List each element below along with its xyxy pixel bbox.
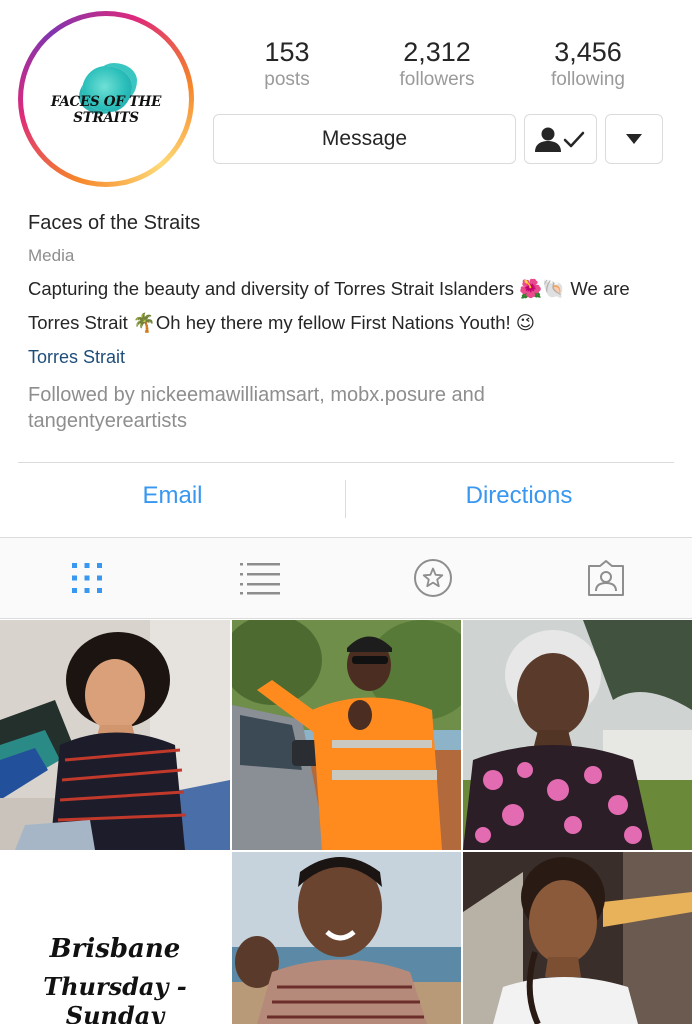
followers-count: 2,312 bbox=[403, 37, 471, 67]
email-button[interactable]: Email bbox=[0, 482, 345, 510]
post-thumbnail-5[interactable] bbox=[232, 852, 461, 1024]
post-photo-woman bbox=[0, 620, 230, 850]
following-count: 3,456 bbox=[554, 37, 622, 67]
profile-bio: Capturing the beauty and diversity of To… bbox=[28, 278, 630, 333]
post-photo-man bbox=[232, 852, 461, 1024]
post-photo-elder bbox=[463, 620, 692, 850]
post-photo-girl bbox=[463, 852, 692, 1024]
suggestions-dropdown-button[interactable] bbox=[605, 114, 663, 164]
person-check-icon bbox=[534, 127, 584, 152]
post-thumbnail-3[interactable] bbox=[463, 620, 692, 850]
followers-label: followers bbox=[399, 69, 475, 90]
tab-grid[interactable] bbox=[0, 538, 173, 618]
profile-avatar[interactable]: FACES OF THE STRAITS bbox=[18, 11, 194, 187]
grid-icon bbox=[71, 563, 102, 593]
post-thumbnail-4[interactable]: Brisbane Thursday - Sunday bbox=[0, 852, 230, 1024]
followers-stat[interactable]: 2,312 followers bbox=[362, 36, 512, 92]
avatar-logo-text: FACES OF THE STRAITS bbox=[50, 94, 162, 126]
promo-city-text: Brisbane bbox=[49, 934, 181, 964]
following-label: following bbox=[551, 69, 625, 90]
posts-label: posts bbox=[264, 69, 310, 90]
caret-down-icon bbox=[626, 134, 642, 144]
avatar-logo: FACES OF THE STRAITS bbox=[28, 21, 184, 177]
profile-name: Faces of the Straits bbox=[28, 212, 201, 234]
post-photo-worker bbox=[232, 620, 461, 850]
posts-stat[interactable]: 153 posts bbox=[212, 36, 362, 92]
tab-saved[interactable] bbox=[346, 538, 519, 618]
tab-list[interactable] bbox=[173, 538, 346, 618]
directions-button[interactable]: Directions bbox=[346, 482, 692, 510]
following-stat[interactable]: 3,456 following bbox=[513, 36, 663, 92]
profile-location-link[interactable]: Torres Strait bbox=[28, 347, 125, 368]
profile-category: Media bbox=[28, 246, 75, 265]
list-icon bbox=[239, 563, 280, 595]
posts-count: 153 bbox=[264, 37, 310, 67]
post-thumbnail-1[interactable] bbox=[0, 620, 230, 850]
followed-by-text[interactable]: Followed by nickeemawilliamsart, mobx.po… bbox=[28, 382, 648, 434]
star-icon bbox=[413, 559, 452, 597]
profile-tab-bar bbox=[0, 537, 692, 619]
post-thumbnail-2[interactable] bbox=[232, 620, 461, 850]
divider bbox=[18, 462, 674, 463]
avatar-frame: FACES OF THE STRAITS bbox=[23, 16, 189, 182]
tagged-icon bbox=[587, 560, 624, 596]
message-button[interactable]: Message bbox=[213, 114, 516, 164]
following-button[interactable] bbox=[524, 114, 597, 164]
promo-dates-text: Thursday - Sunday bbox=[43, 972, 187, 1024]
post-thumbnail-6[interactable] bbox=[463, 852, 692, 1024]
tab-tagged[interactable] bbox=[519, 538, 692, 618]
